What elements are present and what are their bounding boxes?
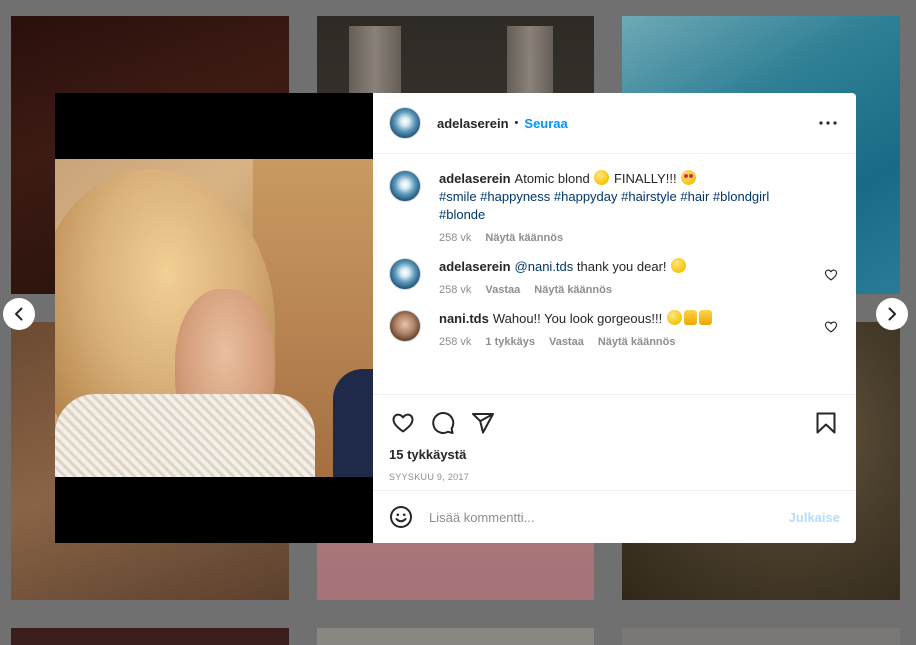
comment-text: nani.tds Wahou!! You look gorgeous!!! bbox=[439, 310, 816, 328]
comment-mention[interactable]: @nani.tds bbox=[515, 259, 574, 274]
post-media bbox=[55, 93, 373, 543]
photo-shirt bbox=[55, 394, 315, 477]
post-sidebar: adelaserein • Seuraa adelaserein Atomic b… bbox=[373, 93, 856, 543]
comment-author[interactable]: nani.tds bbox=[439, 311, 489, 326]
like-button[interactable] bbox=[389, 409, 417, 437]
chevron-right-icon bbox=[888, 307, 896, 321]
comment-body: adelaserein @nani.tds thank you dear! 258… bbox=[439, 258, 840, 296]
comments-list: adelaserein Atomic blond FINALLY!!! #smil… bbox=[373, 154, 856, 394]
caption-time[interactable]: 258 vk bbox=[439, 232, 471, 244]
reply-button[interactable]: Vastaa bbox=[549, 336, 584, 348]
caption-message-end: FINALLY!!! bbox=[613, 171, 677, 186]
reply-button[interactable]: Vastaa bbox=[485, 284, 520, 296]
comment-meta: 258 vk 1 tykkäys Vastaa Näytä käännös bbox=[439, 336, 816, 348]
add-comment-bar: Julkaise bbox=[373, 490, 856, 543]
comment-input[interactable] bbox=[429, 509, 789, 525]
post-header: adelaserein • Seuraa bbox=[373, 93, 856, 154]
grid-post-thumbnail[interactable] bbox=[317, 628, 594, 645]
comment-item: nani.tds Wahou!! You look gorgeous!!! 258… bbox=[389, 310, 840, 348]
caption-body: adelaserein Atomic blond FINALLY!!! #smil… bbox=[439, 170, 840, 244]
photo-shoulder bbox=[333, 369, 373, 477]
avatar[interactable] bbox=[389, 310, 421, 342]
grid-post-thumbnail[interactable] bbox=[11, 628, 289, 645]
comment-message: Wahou!! You look gorgeous!!! bbox=[492, 311, 663, 326]
more-horizontal-icon bbox=[819, 121, 837, 125]
grid-post-thumbnail[interactable] bbox=[622, 628, 900, 645]
comment-likes[interactable]: 1 tykkäys bbox=[485, 336, 535, 348]
post-date[interactable]: SYYSKUU 9, 2017 bbox=[389, 472, 840, 482]
thumbs-up-emoji-icon bbox=[683, 310, 697, 325]
translate-button[interactable]: Näytä käännös bbox=[534, 284, 612, 296]
thumbs-up-emoji-icon bbox=[698, 310, 712, 325]
comment-time[interactable]: 258 vk bbox=[439, 284, 471, 296]
comment-body: nani.tds Wahou!! You look gorgeous!!! 258… bbox=[439, 310, 840, 348]
post-actions: 15 tykkäystä SYYSKUU 9, 2017 bbox=[373, 394, 856, 490]
save-button[interactable] bbox=[812, 409, 840, 437]
likes-count[interactable]: 15 tykkäystä bbox=[389, 447, 840, 462]
share-button[interactable] bbox=[469, 409, 497, 437]
translate-button[interactable]: Näytä käännös bbox=[598, 336, 676, 348]
caption-message: Atomic blond bbox=[514, 171, 590, 186]
avatar[interactable] bbox=[389, 258, 421, 290]
grin-emoji-icon bbox=[594, 170, 610, 185]
like-comment-heart-icon[interactable] bbox=[824, 268, 838, 282]
caption-hashtags[interactable]: #smile #happyness #happyday #hairstyle #… bbox=[439, 189, 769, 222]
comment-bubble-icon bbox=[432, 412, 455, 434]
heart-icon bbox=[392, 413, 414, 433]
next-post-button[interactable] bbox=[876, 298, 908, 330]
comment-button[interactable] bbox=[429, 409, 457, 437]
follow-button[interactable]: Seuraa bbox=[524, 116, 567, 131]
previous-post-button[interactable] bbox=[3, 298, 35, 330]
translate-button[interactable]: Näytä käännös bbox=[485, 232, 563, 244]
comment-author[interactable]: adelaserein bbox=[439, 259, 511, 274]
emoji-smiley-icon[interactable] bbox=[389, 505, 413, 529]
comment-message: thank you dear! bbox=[576, 259, 667, 274]
like-comment-heart-icon[interactable] bbox=[824, 320, 838, 334]
comment-text: adelaserein @nani.tds thank you dear! bbox=[439, 258, 816, 276]
chevron-left-icon bbox=[15, 307, 23, 321]
avatar[interactable] bbox=[389, 170, 421, 202]
post-modal: adelaserein • Seuraa adelaserein Atomic b… bbox=[55, 93, 856, 543]
heart-eyes-emoji-icon bbox=[681, 170, 697, 185]
comment-item: adelaserein @nani.tds thank you dear! 258… bbox=[389, 258, 840, 296]
caption: adelaserein Atomic blond FINALLY!!! #smil… bbox=[389, 170, 840, 244]
hushed-emoji-icon bbox=[666, 310, 682, 325]
publish-button[interactable]: Julkaise bbox=[789, 510, 840, 525]
caption-text: adelaserein Atomic blond FINALLY!!! #smil… bbox=[439, 170, 816, 224]
bookmark-icon bbox=[816, 412, 836, 434]
comment-time[interactable]: 258 vk bbox=[439, 336, 471, 348]
comment-meta: 258 vk Vastaa Näytä käännös bbox=[439, 284, 816, 296]
kiss-emoji-icon bbox=[671, 258, 687, 273]
post-photo[interactable] bbox=[55, 159, 373, 477]
separator-dot: • bbox=[514, 117, 519, 129]
header-username[interactable]: adelaserein bbox=[437, 116, 509, 131]
more-options-button[interactable] bbox=[816, 111, 840, 135]
caption-meta: 258 vk Näytä käännös bbox=[439, 232, 816, 244]
paper-plane-icon bbox=[472, 413, 494, 434]
action-row bbox=[389, 401, 840, 445]
avatar[interactable] bbox=[389, 107, 421, 139]
caption-author[interactable]: adelaserein bbox=[439, 171, 511, 186]
